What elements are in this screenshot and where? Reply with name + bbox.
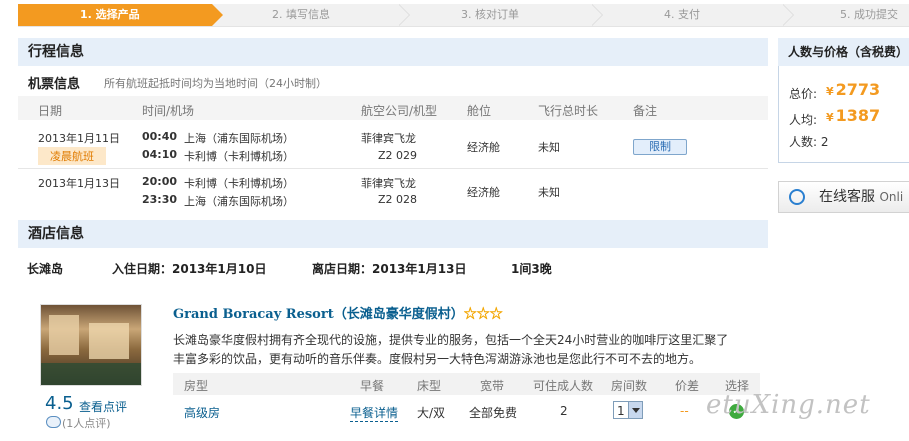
people-count: 人数: 2 — [789, 133, 829, 150]
per-person-price: ¥1387 — [826, 106, 880, 125]
per-person-label: 人均: — [789, 113, 818, 127]
hotel-name[interactable]: Grand Boracay Resort（长滩岛豪华度假村）☆☆☆ — [173, 303, 503, 322]
arr-airport: 卡利博（卡利博机场） — [184, 150, 294, 163]
col-bed: 床型 — [417, 379, 442, 393]
flight-info-title: 机票信息 — [28, 77, 81, 92]
col-date: 日期 — [38, 104, 63, 118]
col-duration: 飞行总时长 — [538, 104, 599, 118]
step-label: 1. 选择产品 — [80, 8, 140, 21]
col-room-type: 房型 — [184, 379, 209, 393]
flight-date: 2013年1月13日 — [38, 177, 120, 190]
room-nights: 1间3晚 — [511, 262, 552, 276]
breakfast-details-link[interactable]: 早餐详情 — [350, 404, 399, 422]
progress-steps: 1. 选择产品 2. 填写信息 3. 核对订单 4. 支付 5. 成功提交 — [18, 4, 909, 27]
flight-number: Z2 028 — [378, 193, 418, 206]
room-count-select[interactable]: 1 — [613, 401, 643, 419]
col-broadband: 宽带 — [480, 379, 505, 393]
chat-icon — [789, 189, 805, 205]
itinerary-header: 行程信息 — [18, 38, 768, 66]
early-flight-badge: 凌晨航班 — [38, 147, 106, 165]
dep-time: 00:40 — [142, 130, 178, 143]
step-submit: 5. 成功提交 — [840, 8, 898, 21]
review-count: (1人点评) — [62, 417, 111, 430]
flight-duration: 未知 — [538, 141, 560, 154]
currency-symbol: ¥ — [826, 111, 834, 124]
view-reviews-link[interactable]: 查看点评 — [79, 398, 127, 415]
divider — [18, 168, 768, 169]
dep-time: 20:00 — [142, 175, 178, 188]
broadband: 全部免费 — [469, 406, 518, 420]
restriction-button[interactable]: 限制 — [633, 139, 687, 155]
comment-icon — [46, 416, 61, 428]
chevron-down-icon[interactable] — [628, 402, 642, 418]
total-price-value: 2773 — [835, 80, 881, 99]
bed-type: 大/双 — [417, 406, 446, 420]
col-adults: 可住成人数 — [533, 379, 594, 393]
online-service-button[interactable]: 在线客服 Onli — [778, 181, 909, 213]
arr-time: 23:30 — [142, 193, 178, 206]
room-type-link[interactable]: 高级房 — [184, 404, 220, 421]
arr-airport: 上海（浦东国际机场） — [184, 195, 294, 208]
step-select-product: 1. 选择产品 — [18, 4, 223, 26]
flight-number: Z2 029 — [378, 149, 418, 162]
hotel-header: 酒店信息 — [18, 220, 768, 248]
col-price-diff: 价差 — [675, 379, 700, 393]
col-breakfast: 早餐 — [360, 379, 385, 393]
airline-name: 菲律宾飞龙 — [361, 132, 416, 145]
room-count-value: 1 — [617, 404, 625, 418]
people-label: 人数: — [789, 135, 818, 149]
flight-date: 2013年1月11日 — [38, 132, 120, 145]
price-diff: -- — [680, 404, 689, 418]
flight-note: 所有航班起抵时间均为当地时间（24小时制） — [104, 77, 327, 90]
people-value: 2 — [820, 135, 829, 149]
service-label: 在线客服 — [819, 189, 875, 205]
dep-airport: 上海（浦东国际机场） — [184, 132, 294, 145]
arr-time: 04:10 — [142, 148, 178, 161]
col-time-airport: 时间/机场 — [142, 104, 195, 118]
per-person-value: 1387 — [835, 106, 881, 125]
step-pay: 4. 支付 — [664, 8, 700, 21]
service-suffix: Onli — [879, 190, 904, 204]
step-check-order: 3. 核对订单 — [461, 8, 519, 21]
currency-symbol: ¥ — [826, 85, 834, 98]
adults-count: 2 — [560, 404, 568, 418]
col-airline: 航空公司/机型 — [361, 104, 438, 118]
col-cabin: 舱位 — [467, 104, 492, 118]
total-price: ¥2773 — [826, 80, 880, 99]
checkout-date: 离店日期：2013年1月13日 — [312, 262, 467, 276]
hotel-city: 长滩岛 — [27, 262, 64, 276]
cabin-class: 经济舱 — [467, 186, 500, 199]
hotel-name-text[interactable]: Grand Boracay Resort（长滩岛豪华度假村） — [173, 307, 464, 322]
flight-duration: 未知 — [538, 186, 560, 199]
col-rooms: 房间数 — [611, 379, 648, 393]
hotel-description: 长滩岛豪华度假村拥有齐全现代的设施，提供专业的服务，包括一个全天24小时营业的咖… — [173, 333, 729, 366]
col-remark: 备注 — [633, 104, 658, 118]
dep-airport: 卡利博（卡利博机场） — [184, 177, 294, 190]
star-rating-icon: ☆☆☆ — [463, 307, 503, 322]
cabin-class: 经济舱 — [467, 141, 500, 154]
step-fill-info: 2. 填写信息 — [272, 8, 330, 21]
watermark: etuXing.net — [706, 390, 871, 420]
price-summary-title: 人数与价格（含税费） — [778, 38, 909, 66]
hotel-photo[interactable] — [40, 304, 142, 386]
hotel-score: 4.5 — [45, 393, 74, 414]
checkin-date: 入住日期：2013年1月10日 — [112, 262, 267, 276]
room-table-header — [173, 373, 760, 395]
airline-name: 菲律宾飞龙 — [361, 177, 416, 190]
total-label: 总价: — [789, 87, 818, 101]
